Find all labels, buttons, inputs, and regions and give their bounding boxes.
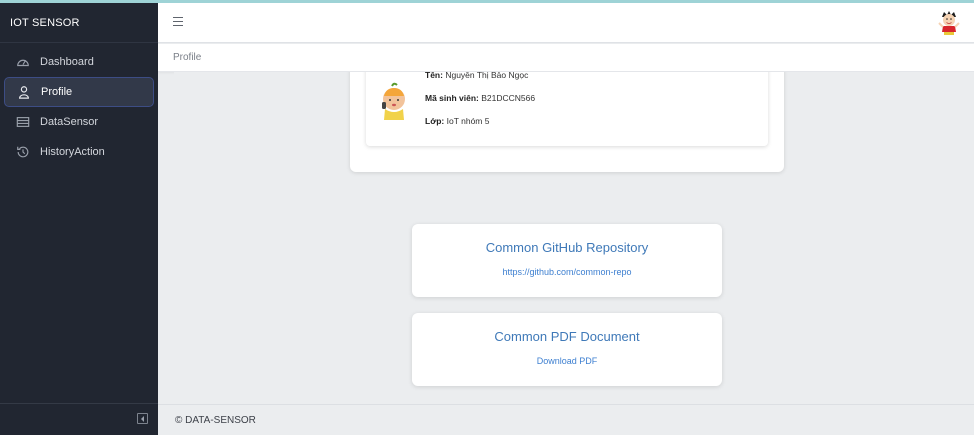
profile-class: Lớp: IoT nhóm 5 bbox=[425, 116, 489, 126]
profile-name: Tên: Nguyễn Thị Bảo Ngọc bbox=[425, 72, 528, 80]
download-pdf-link[interactable]: Download PDF bbox=[537, 356, 598, 366]
brand-title: IOT SENSOR bbox=[0, 3, 158, 43]
history-icon bbox=[16, 145, 30, 159]
footer: © DATA-SENSOR bbox=[158, 404, 974, 435]
user-icon bbox=[17, 85, 31, 99]
class-label: Lớp: bbox=[425, 116, 445, 126]
sidebar-item-profile[interactable]: Profile bbox=[4, 77, 154, 107]
speedometer-icon bbox=[16, 55, 30, 69]
sidebar: IOT SENSOR Dashboard Profile DataSensor … bbox=[0, 3, 158, 435]
profile-card: Tên: Nguyễn Thị Bảo Ngọc Mã sinh viên: B… bbox=[350, 72, 784, 172]
table-icon bbox=[16, 115, 30, 129]
name-label: Tên: bbox=[425, 72, 443, 80]
footer-copyright: © DATA-SENSOR bbox=[175, 415, 256, 426]
student-id-label: Mã sinh viên: bbox=[425, 93, 479, 103]
sidebar-nav: Dashboard Profile DataSensor HistoryActi… bbox=[0, 43, 158, 167]
main-content: Tên: Nguyễn Thị Bảo Ngọc Mã sinh viên: B… bbox=[174, 72, 974, 404]
sidebar-footer bbox=[0, 403, 158, 435]
pdf-card: Common PDF Document Download PDF bbox=[412, 313, 722, 386]
sidebar-item-label: HistoryAction bbox=[40, 146, 105, 158]
pdf-card-title: Common PDF Document bbox=[494, 329, 640, 344]
github-card: Common GitHub Repository https://github.… bbox=[412, 224, 722, 297]
github-repo-link[interactable]: https://github.com/common-repo bbox=[502, 267, 631, 277]
sidebar-item-historyaction[interactable]: HistoryAction bbox=[4, 137, 154, 167]
github-card-title: Common GitHub Repository bbox=[485, 240, 649, 255]
profile-student-id: Mã sinh viên: B21DCCN566 bbox=[425, 93, 535, 103]
profile-avatar bbox=[378, 82, 410, 122]
name-value: Nguyễn Thị Bảo Ngọc bbox=[445, 72, 529, 80]
breadcrumb-item[interactable]: Profile bbox=[173, 52, 201, 63]
sidebar-item-label: DataSensor bbox=[40, 116, 99, 128]
student-id-value: B21DCCN566 bbox=[481, 93, 536, 103]
avatar[interactable] bbox=[936, 9, 962, 37]
sidebar-collapse-icon[interactable] bbox=[137, 413, 148, 424]
breadcrumb: Profile bbox=[158, 44, 974, 72]
profile-info-card: Tên: Nguyễn Thị Bảo Ngọc Mã sinh viên: B… bbox=[366, 72, 768, 146]
sidebar-item-datasensor[interactable]: DataSensor bbox=[4, 107, 154, 137]
sidebar-item-label: Profile bbox=[41, 86, 73, 98]
sidebar-item-label: Dashboard bbox=[40, 56, 94, 68]
class-value: IoT nhóm 5 bbox=[446, 116, 490, 126]
hamburger-icon[interactable] bbox=[173, 17, 183, 26]
header bbox=[158, 3, 974, 43]
sidebar-item-dashboard[interactable]: Dashboard bbox=[4, 47, 154, 77]
